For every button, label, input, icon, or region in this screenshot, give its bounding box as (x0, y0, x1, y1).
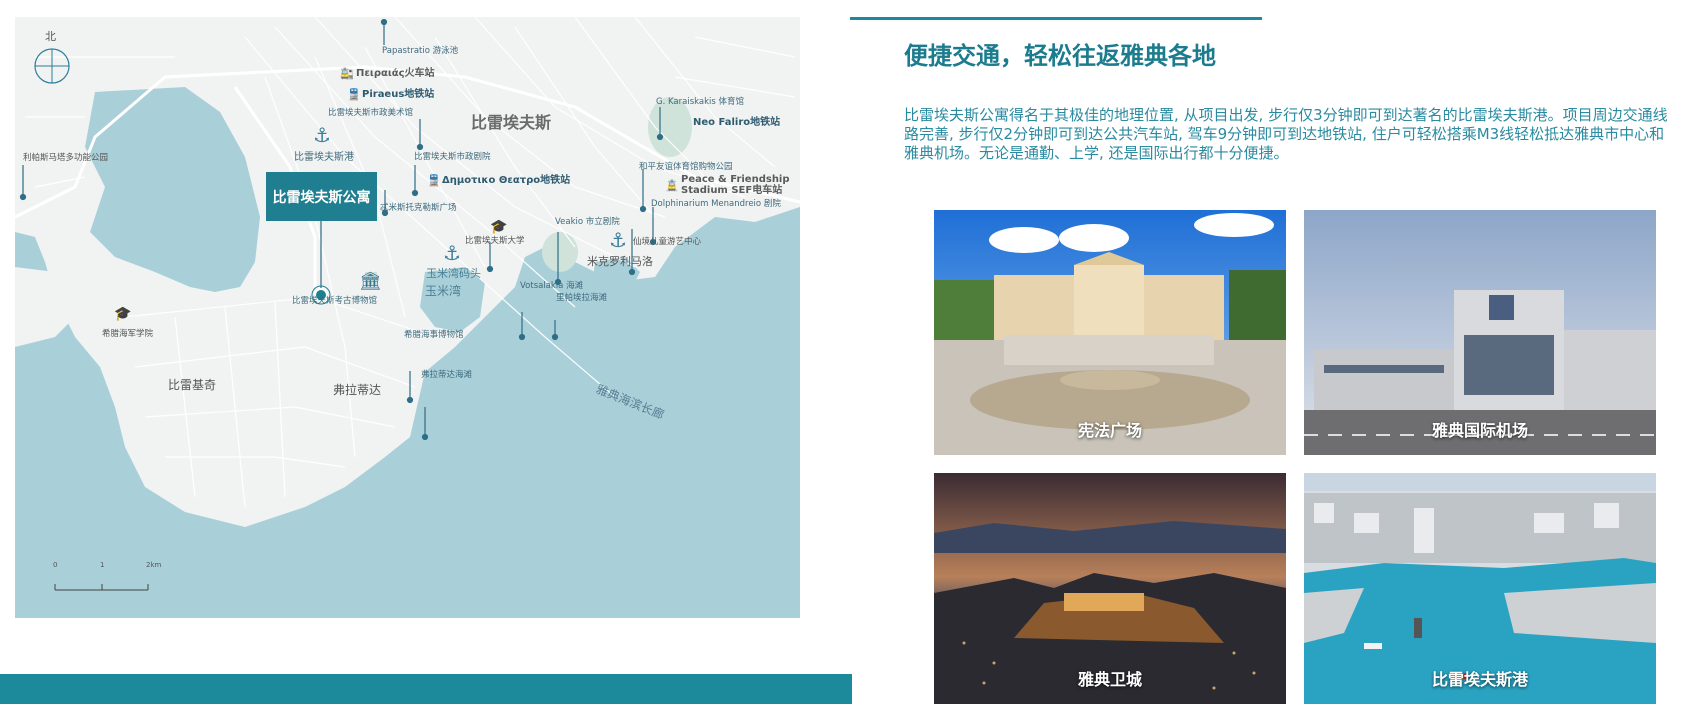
photo-caption-2: 雅典国际机场 (1431, 421, 1528, 440)
label-zea-marina: 玉米湾码头 (426, 267, 481, 280)
scale-bar (54, 584, 149, 591)
label-municipal-theatre: 比雷埃夫斯市政剧院 (414, 152, 491, 162)
scale-label-2km: 2km (146, 561, 162, 569)
label-fairytale: 仙境儿童游艺中心 (633, 237, 702, 247)
bottom-accent-bar (0, 674, 852, 704)
label-peace-park: 和平友谊体育馆购物公园 (639, 162, 733, 172)
label-lipa: 里帕埃拉海滩 (556, 293, 608, 303)
label-mikrolimano: 米克罗利马洛 (587, 255, 653, 268)
photo-syntagma-square: 宪法广场 (934, 210, 1286, 455)
label-maritime-museum: 希腊海事博物馆 (404, 330, 464, 340)
apartment-label[interactable]: 比雷埃夫斯公寓 (266, 172, 377, 221)
label-piraeus-port: 比雷埃夫斯港 (294, 152, 354, 163)
section-description: 比雷埃夫斯公寓得名于其极佳的地理位置, 从项目出发, 步行仅3分钟即可到达著名的… (904, 106, 1668, 162)
label-peace-stadium-1: Peace & Friendship (681, 174, 790, 185)
label-dolphinarium: Dolphinarium Menandreio 剧院 (651, 199, 781, 209)
photo-caption-1: 宪法广场 (1077, 421, 1142, 440)
district-label: 比雷埃夫斯 (471, 113, 552, 132)
label-university: 比雷埃夫斯大学 (465, 236, 525, 246)
compass-north-label: 北 (45, 30, 56, 43)
label-municipal-art: 比雷埃夫斯市政美术馆 (328, 108, 414, 118)
label-piraeus-metro: Piraeus地铁站 (362, 89, 435, 100)
museum-icon: 🏛 (359, 271, 382, 292)
label-dimotiko-station: Δημοτικο Θεατρο地铁站 (442, 175, 571, 186)
academy-icon: 🎓 (114, 306, 132, 322)
label-piraeus-train: Πειραιάς火车站 (356, 68, 435, 79)
label-piraiki: 比雷基奇 (168, 378, 217, 392)
label-archaeo-museum: 比雷埃夫斯考古博物馆 (292, 296, 378, 306)
anchor-icon: ⚓ (313, 123, 331, 147)
photo-caption-3: 雅典卫城 (1077, 670, 1142, 689)
scale-label-0: 0 (53, 561, 58, 569)
photo-athens-airport: 雅典国际机场 (1304, 210, 1656, 455)
label-themistokleous: 忒米斯托克勒斯广场 (380, 203, 457, 213)
label-naval-academy: 希腊海军学院 (102, 329, 154, 339)
metro-icon-dimotiko: 🚆 (427, 174, 441, 187)
train-icon: 🚉 (340, 67, 354, 80)
metro-icon: 🚆 (347, 88, 361, 101)
scale-label-1: 1 (100, 561, 105, 569)
area-map: 北 比雷埃夫斯公寓 比雷埃夫斯 Papastratio 游泳池 🚉 Πειραι… (15, 17, 800, 618)
photo-caption-4: 比雷埃夫斯港 (1431, 670, 1528, 689)
anchor-icon-mikrolimano: ⚓ (609, 228, 627, 252)
map-green-park (542, 232, 578, 272)
anchor-icon-zea: ⚓ (443, 241, 461, 265)
title-accent-line (850, 17, 1262, 20)
section-title: 便捷交通，轻松往返雅典各地 (904, 42, 1216, 70)
label-freattyda: 弗拉蒂达 (333, 383, 382, 397)
label-leipsios: 利帕斯马塔多功能公园 (23, 153, 109, 163)
label-neo-faliro: Neo Faliro地铁站 (693, 117, 781, 128)
photo-acropolis: 雅典卫城 (934, 473, 1286, 704)
photo-piraeus-port: 比雷埃夫斯港 (1304, 473, 1656, 704)
label-papastratio: Papastratio 游泳池 (382, 46, 459, 56)
label-zea-bay: 玉米湾 (425, 284, 462, 298)
label-freatida-beach: 弗拉蒂达海滩 (421, 370, 473, 380)
label-votsalakia: Votsalakia 海滩 (520, 281, 584, 291)
label-peace-stadium-2: Stadium SEF电车站 (681, 185, 783, 196)
tram-icon: 🚊 (665, 179, 679, 192)
label-karaiskakis: G. Karaiskakis 体育馆 (656, 97, 745, 107)
label-veakio: Veakio 市立剧院 (555, 217, 620, 227)
university-icon: 🎓 (490, 219, 508, 235)
